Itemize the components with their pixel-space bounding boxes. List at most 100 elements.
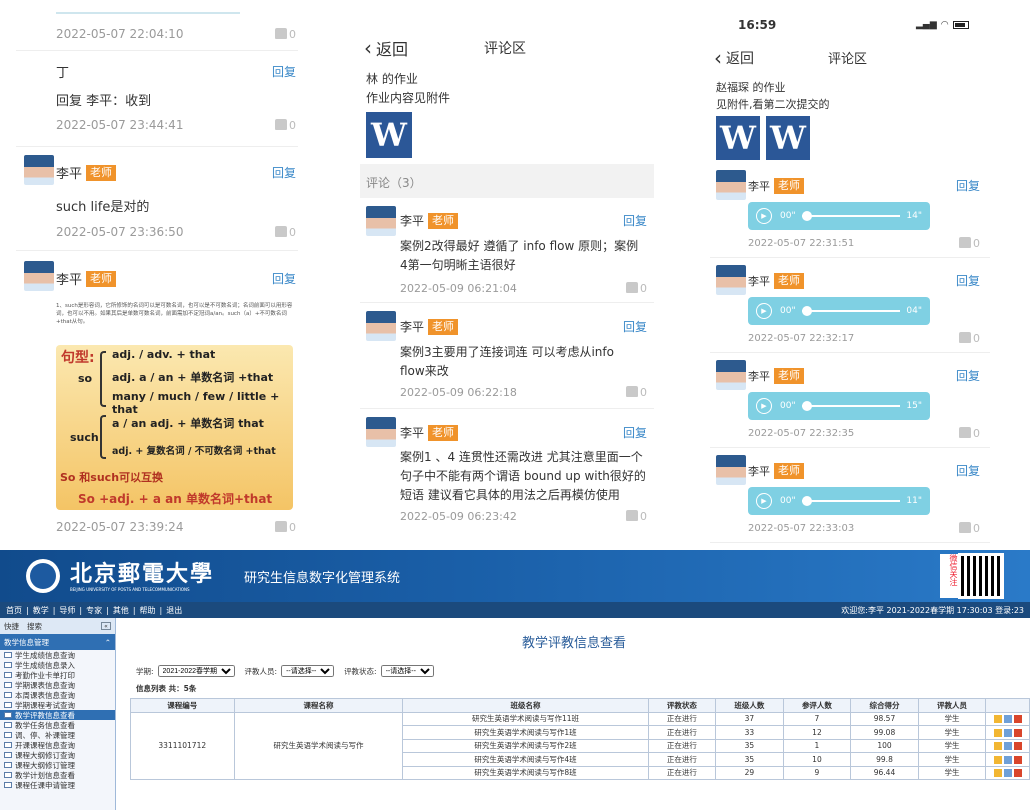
audio-progress[interactable] xyxy=(801,401,901,411)
like-button[interactable]: 0 xyxy=(959,237,980,250)
like-button[interactable]: 0 xyxy=(275,520,296,534)
nav-item[interactable]: 专家 xyxy=(86,605,102,616)
folder-icon[interactable] xyxy=(993,742,1002,751)
side-menu-item[interactable]: 学生成绩信息录入 xyxy=(0,660,115,670)
side-menu-item[interactable]: 学期课表信息查询 xyxy=(0,680,115,690)
chart-icon[interactable] xyxy=(1013,769,1022,778)
side-menu-item[interactable]: 教学评教信息查看 xyxy=(0,710,115,720)
word-file-icon[interactable]: W xyxy=(766,116,810,160)
chart-icon[interactable] xyxy=(1013,715,1022,724)
chart-icon[interactable] xyxy=(1013,728,1022,737)
like-button[interactable]: 0 xyxy=(626,282,647,295)
avatar[interactable] xyxy=(24,261,54,291)
like-button[interactable]: 0 xyxy=(626,386,647,399)
like-button[interactable]: 0 xyxy=(959,522,980,535)
tab-search[interactable]: 搜索 xyxy=(27,621,42,632)
side-menu-item[interactable]: 本周课表信息查询 xyxy=(0,690,115,700)
term-select[interactable]: 2021-2022春学期 xyxy=(157,665,235,677)
audio-progress[interactable] xyxy=(801,211,901,221)
table-cell: 29 xyxy=(715,765,784,780)
nav-item[interactable]: 帮助 xyxy=(140,605,156,616)
teacher-badge: 老师 xyxy=(774,462,804,479)
side-menu-item[interactable]: 课程大纲修订管理 xyxy=(0,760,115,770)
reply-button[interactable]: 回复 xyxy=(272,270,296,287)
audio-knob[interactable] xyxy=(801,496,812,506)
avatar[interactable] xyxy=(716,170,746,200)
nav-item[interactable]: 教学 xyxy=(33,605,49,616)
edit-icon[interactable] xyxy=(1003,715,1012,724)
table-cell: 12 xyxy=(782,725,852,740)
chart-icon[interactable] xyxy=(1013,742,1022,751)
nav-item[interactable]: 首页 xyxy=(6,605,22,616)
like-button[interactable]: 0 xyxy=(626,510,647,523)
reply-button[interactable]: 回复 xyxy=(956,272,980,289)
voice-message[interactable]: ▶ 00" 04" xyxy=(748,297,930,325)
avatar[interactable] xyxy=(716,455,746,485)
like-button[interactable]: 0 xyxy=(275,225,296,239)
like-button[interactable]: 0 xyxy=(275,27,296,41)
like-button[interactable]: 0 xyxy=(275,118,296,132)
voice-message[interactable]: ▶ 00" 11" xyxy=(748,487,930,515)
edit-icon[interactable] xyxy=(1003,742,1012,751)
audio-knob[interactable] xyxy=(801,211,812,221)
avatar[interactable] xyxy=(366,206,396,236)
edit-icon[interactable] xyxy=(1003,755,1012,764)
back-button[interactable]: ‹ 返回 xyxy=(364,36,408,60)
status-select[interactable]: --请选择-- xyxy=(380,665,434,677)
menu-group-title[interactable]: 教学信息管理 xyxy=(4,637,49,648)
word-file-icon[interactable]: W xyxy=(716,116,760,160)
play-icon[interactable]: ▶ xyxy=(756,493,772,509)
nav-item[interactable]: 其他 xyxy=(113,605,129,616)
side-menu-item[interactable]: 课程大纲修订查询 xyxy=(0,750,115,760)
reply-button[interactable]: 回复 xyxy=(623,318,647,335)
side-menu-item[interactable]: 学期课程考试查询 xyxy=(0,700,115,710)
reply-button[interactable]: 回复 xyxy=(623,212,647,229)
word-file-icon[interactable]: W xyxy=(366,112,412,158)
play-icon[interactable]: ▶ xyxy=(756,303,772,319)
play-icon[interactable]: ▶ xyxy=(756,208,772,224)
edit-icon[interactable] xyxy=(1003,769,1012,778)
audio-progress[interactable] xyxy=(801,496,901,506)
audio-knob[interactable] xyxy=(801,306,812,316)
table-cell: 学生 xyxy=(917,725,987,740)
audio-progress[interactable] xyxy=(801,306,901,316)
back-button[interactable]: ‹ 返回 xyxy=(714,46,754,70)
folder-icon[interactable] xyxy=(993,728,1002,737)
nav-item[interactable]: 导师 xyxy=(59,605,75,616)
voice-message[interactable]: ▶ 00" 15" xyxy=(748,392,930,420)
side-menu-item[interactable]: 教学计划信息查看 xyxy=(0,770,115,780)
folder-icon[interactable] xyxy=(993,715,1002,724)
chart-icon[interactable] xyxy=(1013,755,1022,764)
avatar[interactable] xyxy=(716,360,746,390)
side-menu-item[interactable]: 开课课程信息查询 xyxy=(0,740,115,750)
tab-shortcut[interactable]: 快捷 xyxy=(4,621,19,632)
nav-item[interactable]: 退出 xyxy=(166,605,182,616)
reply-button[interactable]: 回复 xyxy=(956,462,980,479)
collapse-icon[interactable]: « xyxy=(101,622,111,630)
side-menu-item[interactable]: 课程任课申请管理 xyxy=(0,780,115,790)
wechat-follow[interactable]: 微信关注 xyxy=(940,554,958,598)
side-menu-item[interactable]: 调、停、补课管理 xyxy=(0,730,115,740)
reply-button[interactable]: 回复 xyxy=(956,177,980,194)
evaluator-select[interactable]: --请选择-- xyxy=(281,665,335,677)
avatar[interactable] xyxy=(24,155,54,185)
qr-code[interactable] xyxy=(958,553,1004,599)
reply-button[interactable]: 回复 xyxy=(272,164,296,181)
reply-button[interactable]: 回复 xyxy=(272,63,296,80)
reply-button[interactable]: 回复 xyxy=(623,424,647,441)
avatar[interactable] xyxy=(716,265,746,295)
avatar[interactable] xyxy=(366,311,396,341)
edit-icon[interactable] xyxy=(1003,728,1012,737)
audio-knob[interactable] xyxy=(801,401,812,411)
folder-icon[interactable] xyxy=(993,769,1002,778)
reply-button[interactable]: 回复 xyxy=(956,367,980,384)
play-icon[interactable]: ▶ xyxy=(756,398,772,414)
like-button[interactable]: 0 xyxy=(959,332,980,345)
side-menu-item[interactable]: 学生成绩信息查询 xyxy=(0,650,115,660)
avatar[interactable] xyxy=(366,417,396,447)
side-menu-item[interactable]: 教学任务信息查看 xyxy=(0,720,115,730)
folder-icon[interactable] xyxy=(993,755,1002,764)
side-menu-item[interactable]: 考勤作业卡单打印 xyxy=(0,670,115,680)
voice-message[interactable]: ▶ 00" 14" xyxy=(748,202,930,230)
like-button[interactable]: 0 xyxy=(959,427,980,440)
